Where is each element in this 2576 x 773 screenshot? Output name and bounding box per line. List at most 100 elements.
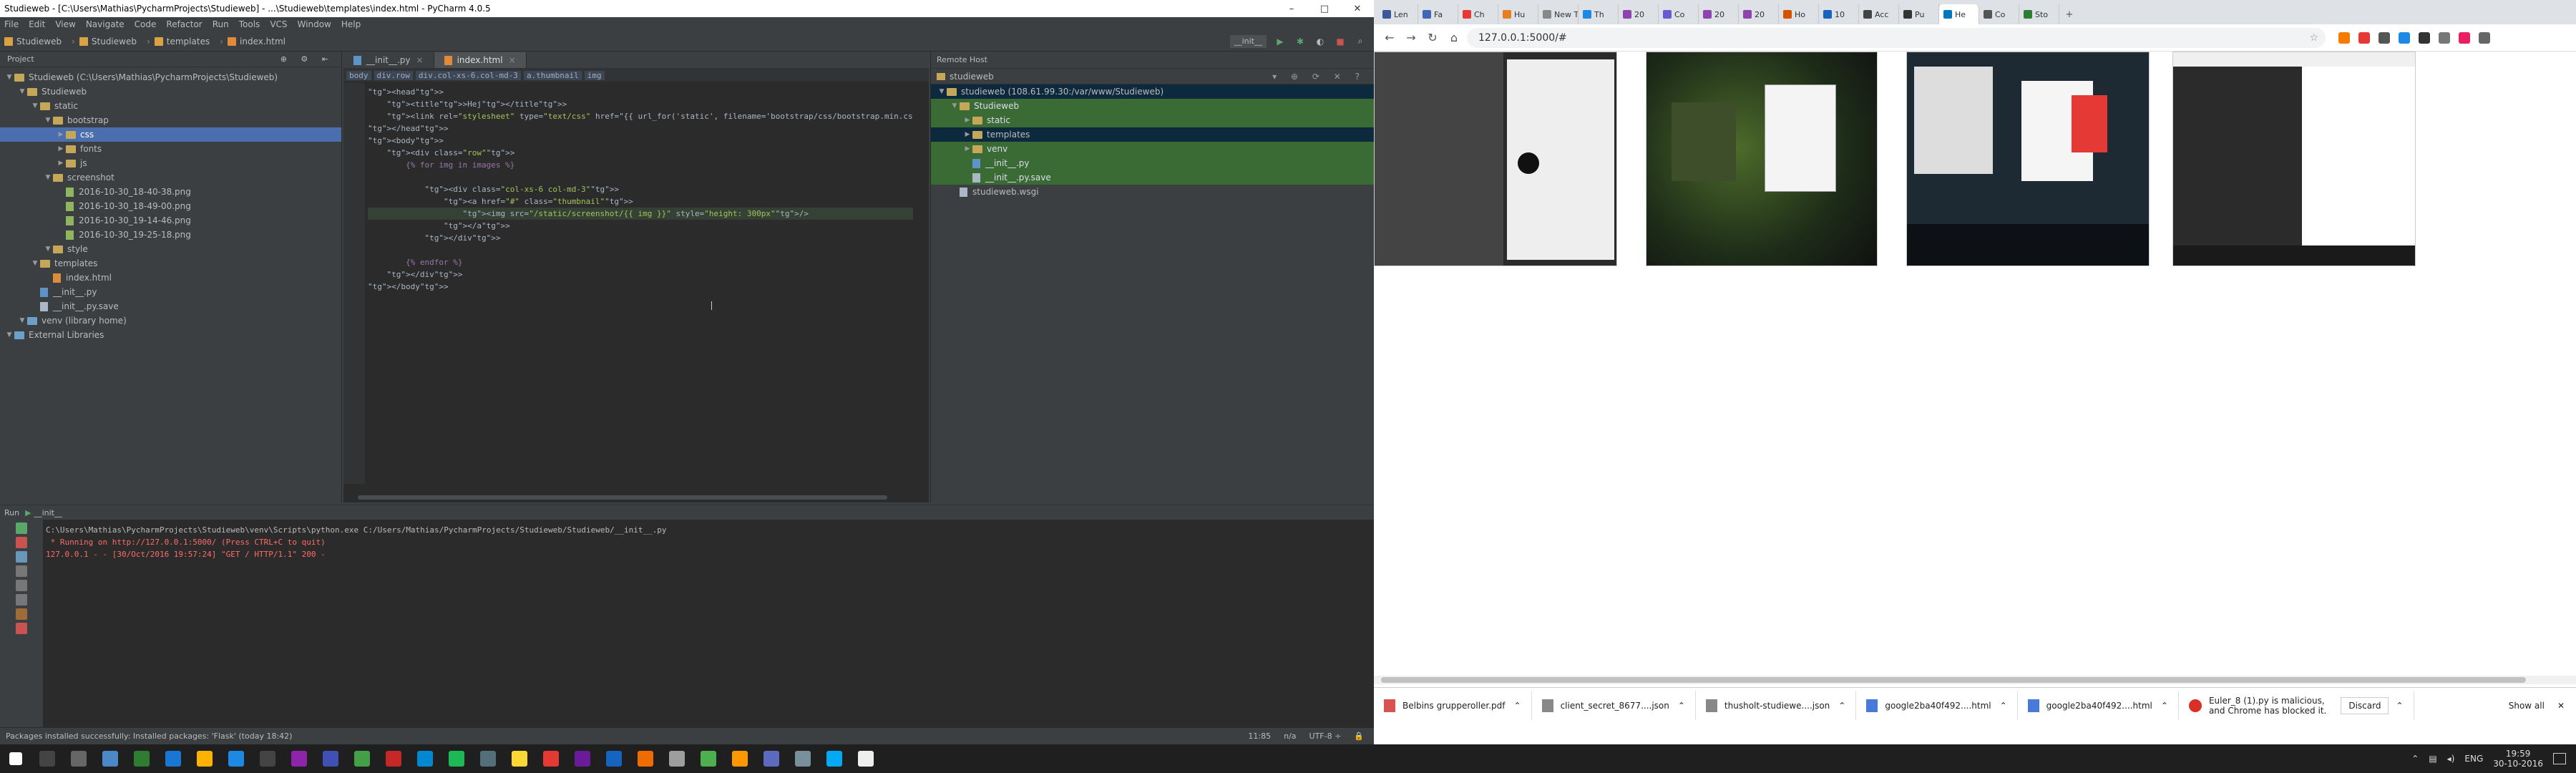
app-icon[interactable] (220, 744, 252, 773)
app-icon[interactable] (441, 744, 472, 773)
remote-tools-icon[interactable]: ▾ ⊕ ⟳ ✕ ? (1272, 72, 1365, 82)
tray-chevron-icon[interactable]: ⌃ (2411, 754, 2419, 764)
menu-item-file[interactable]: File (4, 19, 19, 29)
stop-icon[interactable]: ■ (1334, 35, 1347, 48)
home-icon[interactable]: ⌂ (1445, 31, 1463, 44)
search-icon[interactable] (31, 744, 63, 773)
code-line[interactable]: "tg"></body"tg">> (368, 281, 913, 293)
code-line[interactable]: "tg"><head"tg">> (368, 86, 913, 98)
editor-tab-init-py[interactable]: __init__.py × (343, 52, 434, 68)
show-all-downloads-link[interactable]: Show all (2509, 701, 2545, 711)
lock-icon[interactable]: 🔒 (1354, 731, 1364, 741)
browser-tab[interactable]: Th (1579, 4, 1619, 24)
app-icon[interactable] (283, 744, 315, 773)
code-line[interactable]: {% for img in images %} (368, 159, 913, 171)
thumbnail-screenshot[interactable] (1906, 52, 2150, 266)
forward-icon[interactable]: → (1402, 31, 1420, 44)
expand-arrow-icon[interactable]: ▼ (30, 260, 40, 267)
app-icon[interactable] (189, 744, 220, 773)
clock[interactable]: 19:59 30-10-2016 (2493, 749, 2543, 769)
download-item[interactable]: google2ba40f492....html ⌃ (2018, 691, 2179, 720)
back-icon[interactable]: ← (1381, 31, 1398, 44)
app-icon[interactable] (693, 744, 724, 773)
run-config-select[interactable]: __init__ (1229, 34, 1267, 48)
code-line[interactable]: {% endfor %} (368, 256, 913, 268)
chevron-up-icon[interactable]: ⌃ (1514, 701, 1521, 711)
extension-icon[interactable] (2419, 31, 2430, 44)
tree-item[interactable]: ▼ External Libraries (0, 328, 341, 342)
editor-crumb[interactable]: body (346, 70, 371, 80)
close-tab-icon[interactable]: × (416, 55, 424, 65)
tree-item[interactable]: 2016-10-30_18-40-38.png (0, 185, 341, 199)
app-icon[interactable] (850, 744, 882, 773)
chevron-up-icon[interactable]: ⌃ (1678, 701, 1685, 711)
tree-item[interactable]: ▼ templates (0, 256, 341, 271)
close-icon[interactable]: ✕ (1341, 4, 1374, 14)
breadcrumb-item[interactable]: templates (154, 37, 210, 47)
app-icon[interactable] (567, 744, 598, 773)
project-panel-tools-icon[interactable]: ⊕ ⚙ ⇤ (280, 54, 334, 64)
tree-item[interactable]: ▶ css (0, 127, 341, 142)
expand-arrow-icon[interactable]: ▼ (4, 74, 14, 81)
remote-tree-item[interactable]: __init__.py.save (931, 170, 1374, 185)
tree-item[interactable]: 2016-10-30_19-25-18.png (0, 228, 341, 242)
debug-icon[interactable]: ✱ (1294, 35, 1307, 48)
browser-tab[interactable]: 20 (1619, 4, 1659, 24)
expand-arrow-icon[interactable]: ▼ (17, 88, 27, 95)
volume-icon[interactable]: ◂) (2447, 754, 2455, 764)
app-icon[interactable] (598, 744, 630, 773)
tree-item[interactable]: 2016-10-30_18-49-00.png (0, 199, 341, 213)
tree-item[interactable]: index.html (0, 271, 341, 285)
code-line[interactable]: "tg"><div class="row""tg">> (368, 147, 913, 159)
editor-crumb[interactable]: img (584, 70, 605, 80)
run-icon[interactable]: ▶ (1274, 35, 1287, 48)
clear-icon[interactable] (16, 608, 27, 620)
code-line[interactable]: "tg"></div"tg">> (368, 232, 913, 244)
download-item[interactable]: google2ba40f492....html ⌃ (1856, 691, 2018, 720)
extension-icon[interactable] (2459, 31, 2470, 44)
close-run-icon[interactable] (16, 623, 27, 634)
new-tab-icon[interactable]: + (2059, 4, 2079, 24)
run-config-label[interactable]: __init__ (34, 508, 62, 517)
minimize-icon[interactable]: – (1275, 4, 1308, 14)
expand-arrow-icon[interactable]: ▶ (962, 145, 972, 152)
remote-tree-item[interactable]: ▼ studieweb (108.61.99.30:/var/www/Studie… (931, 84, 1374, 99)
editor-tab-index-html[interactable]: index.html × (434, 52, 527, 68)
extension-icon[interactable] (2439, 31, 2450, 44)
expand-arrow-icon[interactable]: ▶ (56, 145, 66, 152)
remote-host-select[interactable]: studieweb (950, 72, 994, 82)
code-line[interactable] (368, 244, 913, 256)
remote-tree-item[interactable]: ▶ venv (931, 142, 1374, 156)
chrome-menu-icon[interactable] (2479, 31, 2490, 44)
console-output[interactable]: C:\Users\Mathias\PycharmProjects\Studiew… (46, 524, 667, 560)
chevron-up-icon[interactable]: ⌃ (2396, 701, 2403, 711)
tree-item[interactable]: ▼ Studieweb (0, 84, 341, 99)
tree-item[interactable]: ▼ style (0, 242, 341, 256)
thumbnail-screenshot[interactable] (1374, 52, 1617, 266)
line-separator[interactable]: n/a (1284, 731, 1296, 741)
browser-tab[interactable]: Ch (1458, 4, 1498, 24)
status-message[interactable]: Packages installed successfully: Install… (6, 731, 292, 741)
app-icon[interactable] (346, 744, 378, 773)
tree-item[interactable]: ▶ fonts (0, 142, 341, 156)
app-icon[interactable] (756, 744, 787, 773)
remote-tree-item[interactable]: ▶ templates (931, 127, 1374, 142)
code-line[interactable]: "tg"></head"tg">> (368, 122, 913, 135)
tree-item[interactable]: ▼ venv (library home) (0, 313, 341, 328)
stop-run-icon[interactable] (16, 537, 27, 548)
app-icon[interactable] (504, 744, 535, 773)
reload-icon[interactable]: ↻ (1424, 31, 1441, 44)
menu-item-navigate[interactable]: Navigate (86, 19, 125, 29)
horizontal-scrollbar[interactable] (358, 495, 887, 500)
browser-tab[interactable]: Sto (2019, 4, 2059, 24)
app-icon[interactable] (535, 744, 567, 773)
expand-arrow-icon[interactable]: ▼ (30, 102, 40, 110)
chevron-up-icon[interactable]: ⌃ (2161, 701, 2168, 711)
browser-tab[interactable]: Hu (1498, 4, 1538, 24)
editor-crumb[interactable]: div.col-xs-6.col-md-3 (415, 70, 521, 80)
pause-icon[interactable] (16, 551, 27, 563)
editor-crumb[interactable]: div.row (374, 70, 413, 80)
app-icon[interactable] (787, 744, 819, 773)
chevron-up-icon[interactable]: ⌃ (1838, 701, 1845, 711)
network-icon[interactable]: ▤ (2429, 754, 2436, 764)
